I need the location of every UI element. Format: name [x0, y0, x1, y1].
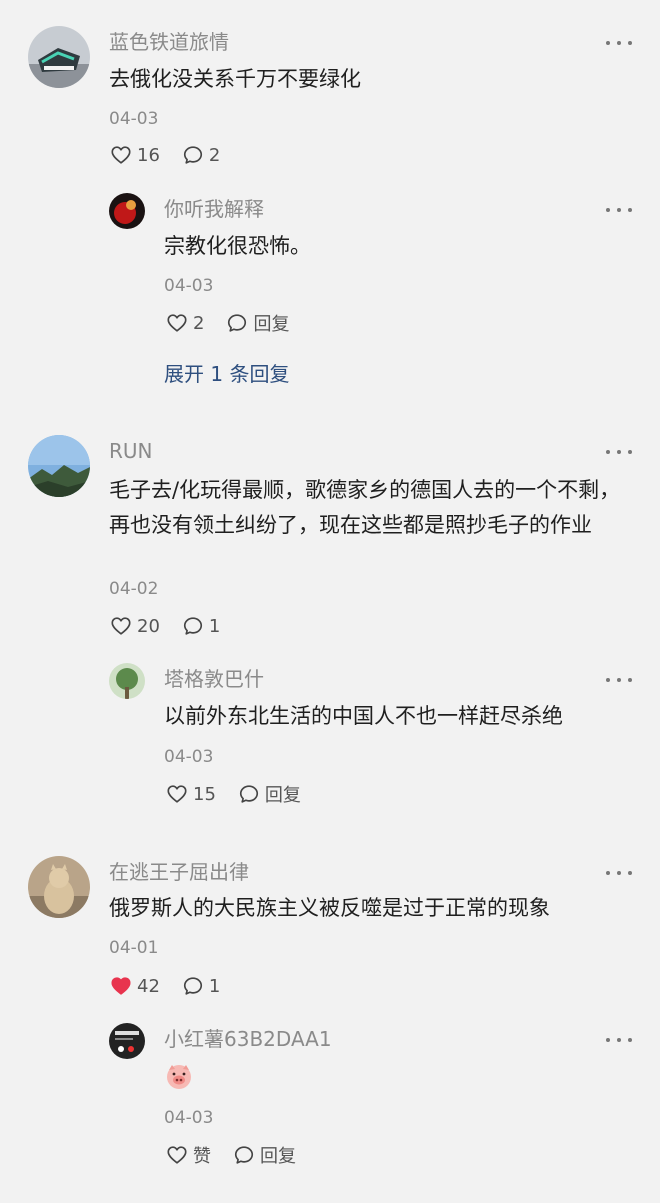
comment-bubble-icon	[182, 144, 204, 166]
like-count: 16	[137, 144, 160, 166]
reply-date: 04-03	[164, 747, 214, 767]
comment-date: 04-01	[109, 938, 159, 958]
comment-bubble-icon	[233, 1144, 255, 1166]
reply-button[interactable]: 2	[182, 144, 220, 166]
more-options-icon[interactable]	[606, 867, 632, 879]
comment-actions: 16 2	[110, 142, 242, 168]
like-button[interactable]: 42	[110, 975, 160, 997]
comment-feed: 蓝色铁道旅情 去俄化没关系千万不要绿化 04-03 16 2 你听我解释 宗教化…	[0, 0, 660, 1203]
username[interactable]: 在逃王子屈出律	[109, 859, 249, 885]
like-button[interactable]: 20	[110, 615, 160, 637]
like-button[interactable]: 赞	[166, 1142, 211, 1168]
reply-username[interactable]: 你听我解释	[164, 196, 264, 222]
reply-count: 1	[208, 975, 221, 997]
more-options-icon[interactable]	[606, 204, 632, 216]
more-options-icon[interactable]	[606, 446, 632, 458]
reply-button[interactable]: 回复	[226, 310, 289, 336]
comment-date: 04-02	[109, 579, 159, 599]
reply-button[interactable]: 回复	[238, 781, 301, 807]
like-button[interactable]: 15	[166, 783, 216, 805]
comment-text: 毛子去/化玩得最顺，歌德家乡的德国人去的一个不剩，再也没有领土纠纷了，现在这些都…	[109, 478, 621, 537]
heart-icon	[166, 312, 188, 334]
heart-filled-icon	[110, 975, 132, 997]
reply-text: 以前外东北生活的中国人不也一样赶尽杀绝	[164, 704, 563, 728]
reply-label: 回复	[260, 1146, 296, 1167]
like-count: 15	[193, 783, 216, 805]
reply-username[interactable]: 小红薯63B2DAA1	[164, 1026, 332, 1052]
expand-replies-link[interactable]: 展开 1 条回复	[164, 361, 289, 387]
more-options-icon[interactable]	[606, 37, 632, 49]
heart-icon	[166, 1144, 188, 1166]
avatar[interactable]	[28, 26, 90, 88]
reply-avatar[interactable]	[109, 193, 145, 229]
avatar[interactable]	[28, 856, 90, 918]
like-count: 42	[137, 975, 160, 997]
like-count: 2	[193, 312, 205, 334]
more-options-icon[interactable]	[606, 674, 632, 686]
reply-label: 回复	[264, 785, 301, 806]
heart-icon	[110, 144, 132, 166]
like-label: 赞	[193, 1146, 211, 1167]
comment-date: 04-03	[109, 109, 159, 129]
heart-icon	[166, 783, 188, 805]
comment-actions: 42 1	[110, 973, 242, 999]
comment-bubble-icon	[226, 312, 248, 334]
reply-count: 2	[208, 144, 221, 166]
reply-button[interactable]: 回复	[233, 1142, 296, 1168]
comment-text: 俄罗斯人的大民族主义被反噬是过于正常的现象	[109, 896, 550, 920]
comment-text: 去俄化没关系千万不要绿化	[109, 67, 361, 91]
comment-actions: 20 1	[110, 613, 242, 639]
reply-actions: 15 回复	[166, 781, 323, 807]
reply-date: 04-03	[164, 1108, 214, 1128]
comment-bubble-icon	[182, 615, 204, 637]
reply-count: 1	[208, 615, 221, 637]
like-count: 20	[137, 615, 160, 637]
reply-avatar[interactable]	[109, 1023, 145, 1059]
username[interactable]: 蓝色铁道旅情	[109, 29, 229, 55]
comment-bubble-icon	[238, 783, 260, 805]
reply-username[interactable]: 塔格敦巴什	[164, 666, 264, 692]
reply-date: 04-03	[164, 276, 214, 296]
reply-avatar[interactable]	[109, 663, 145, 699]
reply-button[interactable]: 1	[182, 615, 220, 637]
reply-button[interactable]: 1	[182, 975, 220, 997]
reply-actions: 赞 回复	[166, 1142, 318, 1168]
reply-label: 回复	[253, 314, 290, 335]
reply-text: 宗教化很恐怖。	[164, 234, 311, 258]
like-button[interactable]: 2	[166, 312, 204, 334]
like-button[interactable]: 16	[110, 144, 160, 166]
pig-face-emoji	[167, 1065, 191, 1089]
username[interactable]: RUN	[109, 438, 153, 464]
reply-actions: 2 回复	[166, 310, 311, 336]
heart-icon	[110, 615, 132, 637]
avatar[interactable]	[28, 435, 90, 497]
more-options-icon[interactable]	[606, 1034, 632, 1046]
comment-bubble-icon	[182, 975, 204, 997]
